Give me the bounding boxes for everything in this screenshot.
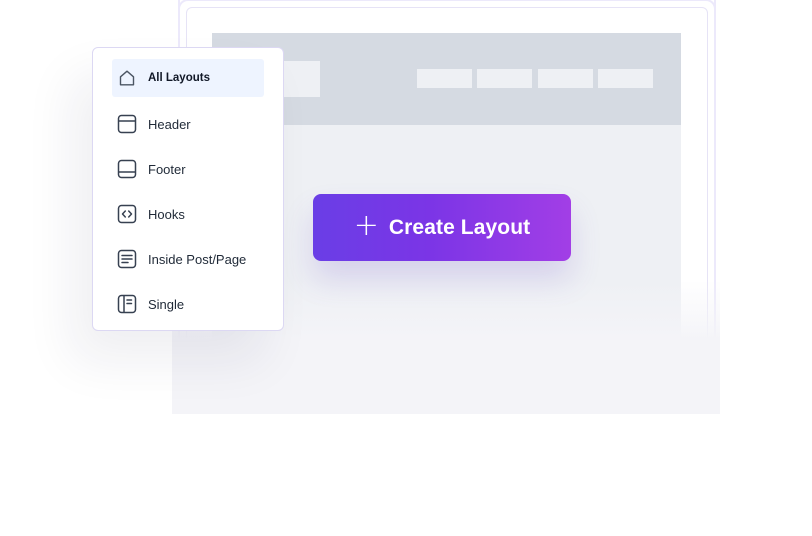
header-layout-icon: [117, 114, 137, 134]
menu-item-hooks[interactable]: Hooks: [112, 195, 264, 233]
menu-item-label: All Layouts: [148, 72, 210, 84]
menu-item-header[interactable]: Header: [112, 105, 264, 143]
single-layout-icon: [117, 294, 137, 314]
menu-item-footer[interactable]: Footer: [112, 150, 264, 188]
footer-layout-icon: [117, 159, 137, 179]
menu-item-single[interactable]: Single: [112, 285, 264, 323]
document-lines-icon: [117, 249, 137, 269]
menu-item-label: Single: [148, 296, 185, 312]
stage: + Create Layout All Layouts Header Foote…: [0, 0, 812, 536]
menu-item-label: Header: [148, 116, 191, 132]
menu-item-all-layouts[interactable]: All Layouts: [112, 59, 264, 97]
layout-type-menu: All Layouts Header Footer Hooks Inside P…: [92, 47, 284, 331]
site-nav-placeholder: [477, 69, 532, 88]
create-layout-button[interactable]: + Create Layout: [313, 194, 571, 261]
site-nav-placeholder: [598, 69, 653, 88]
site-nav-placeholder: [417, 69, 472, 88]
menu-item-label: Hooks: [148, 206, 185, 222]
site-nav-placeholder: [538, 69, 593, 88]
menu-item-label: Inside Post/Page: [148, 251, 247, 267]
code-icon: [117, 204, 137, 224]
menu-item-inside-post-page[interactable]: Inside Post/Page: [112, 240, 264, 278]
home-icon: [119, 70, 135, 86]
create-layout-label: Create Layout: [388, 215, 531, 239]
plus-icon: +: [353, 208, 379, 243]
menu-item-label: Footer: [148, 161, 186, 177]
